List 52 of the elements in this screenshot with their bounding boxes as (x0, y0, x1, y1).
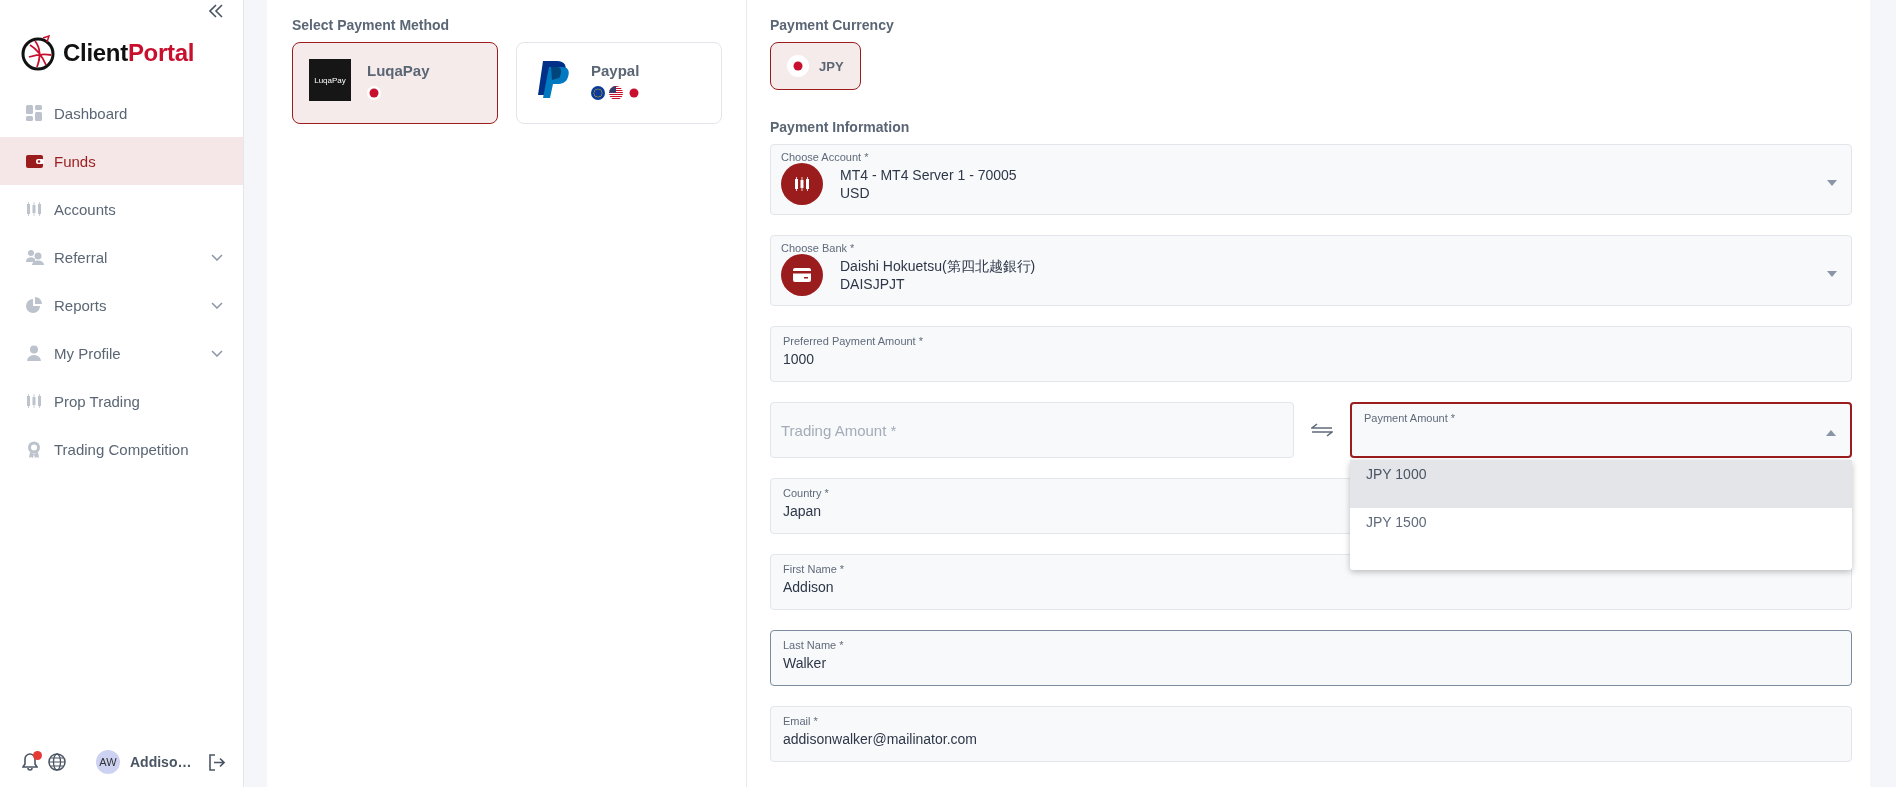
eu-flag-icon (591, 86, 605, 100)
select-field[interactable]: Choose Account * MT4 - MT4 Server 1 - 70005 USD (770, 144, 1852, 215)
caret-down-icon (1827, 179, 1837, 186)
section-title: Payment Currency (770, 17, 895, 33)
globe-logo-icon (21, 35, 57, 71)
nav-item[interactable]: Prop Trading (0, 377, 243, 425)
globe-icon[interactable] (48, 753, 66, 771)
brand-name: ClientPortal (63, 39, 195, 67)
japan-flag-icon (791, 59, 805, 73)
input-field[interactable]: Last Name * Walker (770, 630, 1852, 686)
wallet-icon (26, 153, 44, 169)
user-avatar[interactable]: AW (96, 750, 120, 774)
input-field[interactable]: Email * addisonwalker@mailinator.com (770, 706, 1852, 762)
select-field[interactable]: Choose Bank * Daishi Hokuetsu(第四北越銀行) DAISJPJT (770, 235, 1852, 306)
dashboard-icon (26, 105, 42, 121)
candlestick-icon (794, 176, 810, 192)
nav-item[interactable]: Referral (0, 233, 243, 281)
user-name: Addiso… (130, 754, 193, 770)
payment-method-name: Paypal (591, 62, 641, 79)
nav-item[interactable]: Accounts (0, 185, 243, 233)
input-field[interactable]: Preferred Payment Amount * 1000 (770, 326, 1852, 382)
logout-icon[interactable] (208, 753, 225, 771)
nav-item[interactable]: Reports (0, 281, 243, 329)
section-title: Select Payment Method (292, 17, 451, 33)
swap-arrows-icon (1311, 423, 1333, 437)
payment-method-card[interactable]: Paypal (516, 42, 722, 124)
caret-up-icon (1826, 430, 1836, 436)
person-icon (26, 345, 42, 361)
double-chevron-left-icon (209, 4, 223, 18)
people-icon (26, 249, 44, 265)
currency-option[interactable]: JPY (770, 42, 861, 90)
nav-item[interactable]: Dashboard (0, 89, 243, 137)
candlestick-icon (26, 393, 42, 409)
nav-item[interactable]: Trading Competition (0, 425, 243, 473)
luqapay-logo: LuqaPay (309, 59, 351, 101)
japan-flag-icon (367, 86, 381, 100)
award-icon (26, 440, 42, 458)
dropdown-option[interactable]: JPY 1000 (1350, 460, 1852, 508)
section-title: Payment Information (770, 119, 911, 135)
payment-method-name: LuqaPay (367, 62, 430, 79)
payment-method-card[interactable]: LuqaPay LuqaPay (292, 42, 498, 124)
bell-icon[interactable] (22, 753, 38, 771)
candlestick-icon (26, 201, 42, 217)
japan-flag-icon (627, 86, 641, 100)
nav-item[interactable]: Funds (0, 137, 243, 185)
input-field[interactable]: Trading Amount * (770, 402, 1294, 458)
nav-item[interactable]: My Profile (0, 329, 243, 377)
select-field[interactable]: Payment Amount * (1350, 402, 1852, 458)
card-icon (793, 268, 811, 282)
us-flag-icon (609, 86, 623, 100)
caret-down-icon (1827, 270, 1837, 277)
pie-chart-icon (26, 297, 42, 313)
